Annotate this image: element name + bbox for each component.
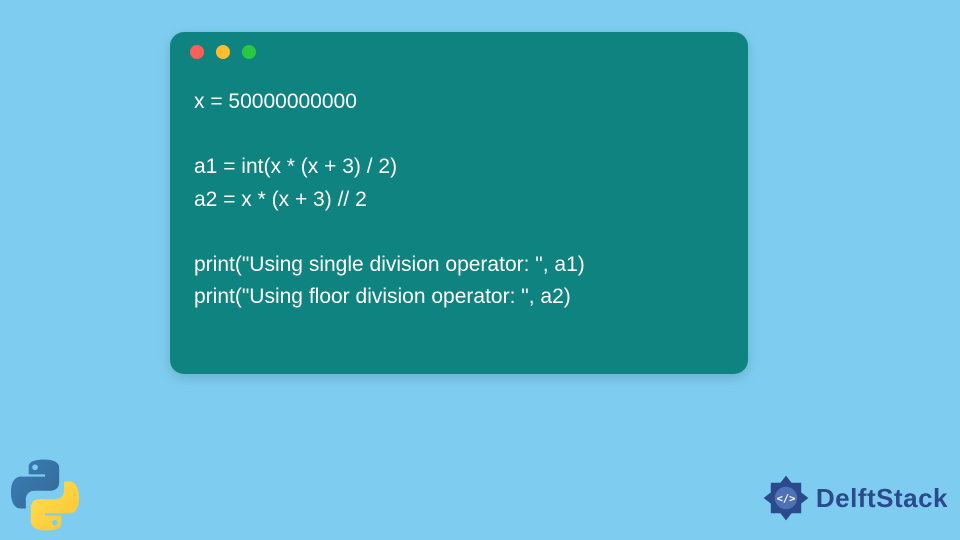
site-branding: </> DelftStack xyxy=(762,474,948,522)
code-block: x = 50000000000 a1 = int(x * (x + 3) / 2… xyxy=(170,72,748,338)
code-line: a2 = x * (x + 3) // 2 xyxy=(194,188,367,211)
python-logo-icon xyxy=(6,456,84,534)
code-line: print("Using single division operator: "… xyxy=(194,253,585,276)
code-line: x = 50000000000 xyxy=(194,90,357,113)
close-icon xyxy=(190,45,204,59)
code-window: x = 50000000000 a1 = int(x * (x + 3) / 2… xyxy=(170,32,748,374)
window-titlebar xyxy=(170,32,748,72)
maximize-icon xyxy=(242,45,256,59)
delftstack-logo-icon: </> xyxy=(762,474,810,522)
minimize-icon xyxy=(216,45,230,59)
code-line: print("Using floor division operator: ",… xyxy=(194,285,571,308)
code-line: a1 = int(x * (x + 3) / 2) xyxy=(194,155,397,178)
svg-text:</>: </> xyxy=(776,493,795,505)
site-name: DelftStack xyxy=(816,483,948,514)
